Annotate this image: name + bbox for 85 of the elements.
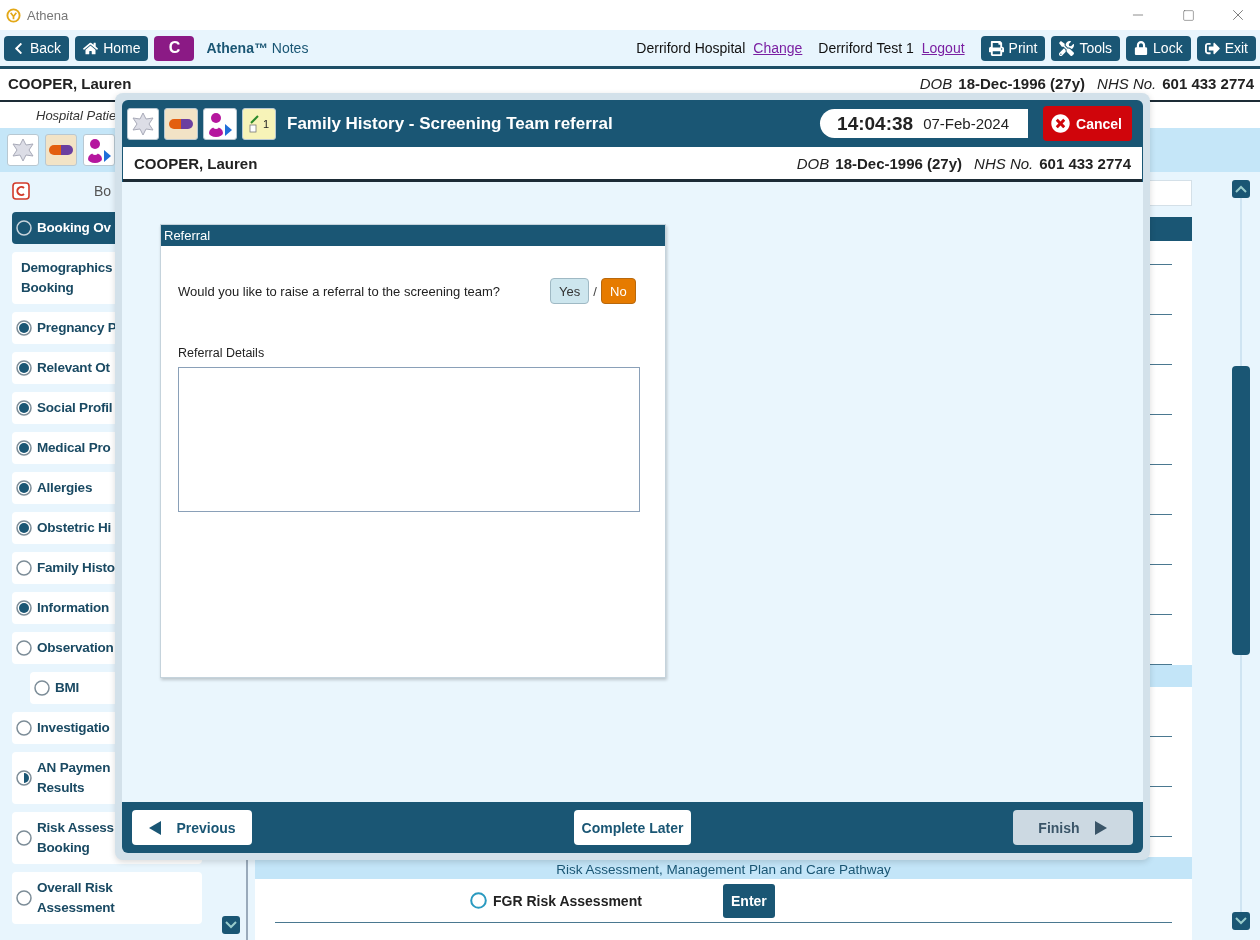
- flower-icon: [130, 110, 156, 137]
- chevron-down-icon: [1235, 917, 1247, 925]
- tools-button[interactable]: Tools: [1051, 35, 1121, 61]
- dob-label: DOB: [796, 154, 830, 172]
- home-button[interactable]: Home: [75, 35, 149, 61]
- scroll-down-button[interactable]: [222, 916, 240, 934]
- empty-radio-icon: [16, 830, 32, 846]
- chevron-down-icon: [225, 921, 237, 929]
- tools-icon: [1059, 40, 1075, 56]
- dialog-title: Family History - Screening Team referral: [287, 113, 614, 134]
- scroll-down-button[interactable]: [1232, 912, 1250, 930]
- exit-button[interactable]: Exit: [1196, 35, 1256, 61]
- lock-icon: [1134, 41, 1149, 55]
- patient-name: COOPER, Lauren: [8, 74, 133, 92]
- back-button[interactable]: Back: [4, 35, 70, 61]
- enter-button[interactable]: Enter: [723, 883, 775, 918]
- flower-icon: [10, 137, 36, 163]
- dob-label: DOB: [919, 74, 953, 92]
- context-label: Hospital Patie: [36, 107, 117, 123]
- patient-name: COOPER, Lauren: [134, 154, 259, 172]
- details-field[interactable]: [178, 367, 640, 512]
- house-icon: [83, 40, 99, 56]
- half-filled-radio-icon: [16, 770, 32, 786]
- chevron-up-icon: [1235, 185, 1247, 193]
- triangle-right-icon: [1093, 819, 1108, 836]
- location-text: Derriford Hospital: [636, 40, 746, 56]
- flower-button[interactable]: [127, 107, 159, 140]
- empty-radio-icon: [16, 890, 32, 906]
- person-button[interactable]: [83, 134, 115, 166]
- person-button[interactable]: [203, 107, 237, 140]
- app-name: Athena™ Notes: [206, 40, 309, 56]
- sidebar-title: Bo: [94, 183, 112, 199]
- nhs-number: 601 433 2774: [1162, 74, 1254, 92]
- printer-icon: [988, 40, 1004, 56]
- scroll-up-button[interactable]: [1232, 180, 1250, 198]
- clock-time: 14:04:38: [837, 112, 914, 135]
- notepad-icon: [248, 114, 261, 133]
- filled-radio-icon: [16, 400, 32, 416]
- empty-radio-icon: [16, 720, 32, 736]
- chevron-left-icon: [12, 41, 25, 55]
- empty-radio-icon: [16, 560, 32, 576]
- pill-icon: [48, 144, 74, 156]
- assessment-label: FGR Risk Assessment: [493, 892, 643, 909]
- exit-icon: [1204, 40, 1220, 56]
- nhs-number: 601 433 2774: [1039, 154, 1131, 172]
- empty-radio-icon: [16, 640, 32, 656]
- lock-button[interactable]: Lock: [1126, 35, 1191, 61]
- filled-radio-icon: [16, 520, 32, 536]
- change-link[interactable]: Change: [753, 40, 803, 56]
- plain-button[interactable]: Complete Later: [573, 810, 692, 845]
- separator-text: /: [593, 283, 597, 299]
- triangle-left-icon: [148, 819, 163, 836]
- scrollbar-thumb[interactable]: [1232, 366, 1250, 655]
- filled-radio-icon: [16, 600, 32, 616]
- notepad-button[interactable]: 1: [242, 107, 276, 140]
- person-arrow-icon: [207, 110, 233, 137]
- print-button[interactable]: Print: [980, 35, 1046, 61]
- cancel-button[interactable]: Cancel: [1043, 106, 1132, 141]
- person-arrow-icon: [86, 137, 112, 163]
- empty-radio-icon: [16, 220, 32, 236]
- close-icon: [1051, 114, 1071, 133]
- clock-date: 07-Feb-2024: [923, 115, 1010, 132]
- user-name: Derriford Test 1: [818, 40, 914, 56]
- filled-radio-icon: [16, 480, 32, 496]
- medication-button[interactable]: [164, 107, 198, 140]
- section-title: Risk Assessment, Management Plan and Care Pathway: [556, 862, 891, 879]
- empty-radio-icon: [34, 680, 50, 696]
- window-title: Athena: [27, 7, 70, 23]
- previous-button[interactable]: Previous: [132, 810, 252, 845]
- filled-radio-icon: [16, 320, 32, 336]
- option-button[interactable]: Yes: [550, 278, 590, 304]
- nhs-label: NHS No.: [1097, 74, 1157, 92]
- logout-link[interactable]: Logout: [921, 40, 965, 56]
- c-logo-icon: [12, 182, 30, 200]
- empty-radio-icon: [470, 892, 487, 909]
- medication-button[interactable]: [45, 134, 77, 166]
- filled-radio-icon: [16, 440, 32, 456]
- app-button[interactable]: C: [154, 35, 195, 61]
- sidebar-item[interactable]: Overall Risk Assessment: [12, 872, 202, 924]
- pill-icon: [168, 117, 194, 130]
- dob-value: 18-Dec-1996 (27y): [835, 154, 963, 172]
- nhs-label: NHS No.: [974, 154, 1034, 172]
- app-logo-icon: [6, 7, 21, 23]
- dob-value: 18-Dec-1996 (27y): [958, 74, 1086, 92]
- filled-radio-icon: [16, 360, 32, 376]
